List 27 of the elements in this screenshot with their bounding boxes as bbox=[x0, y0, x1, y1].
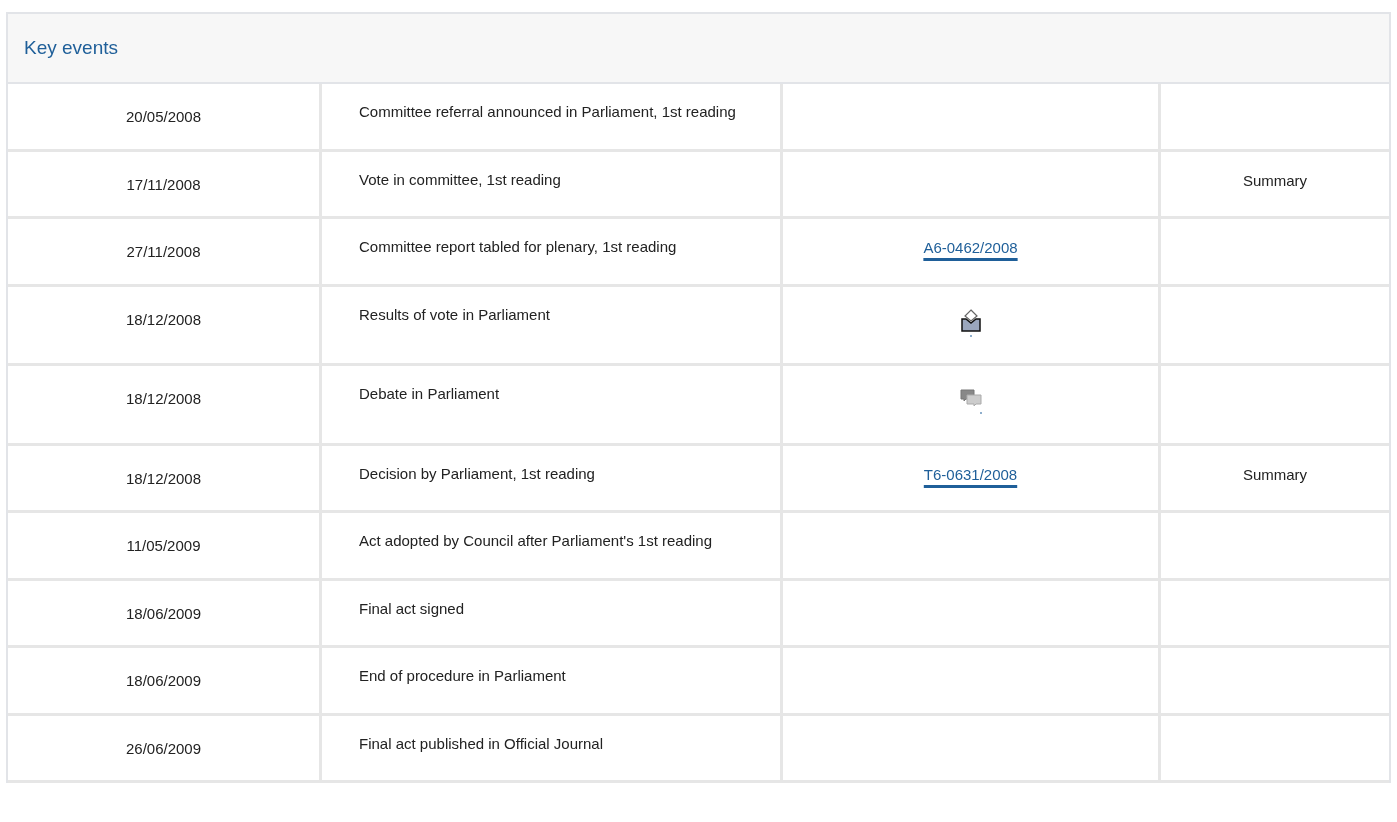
speech-bubbles-icon[interactable] bbox=[959, 388, 982, 416]
ballot-box-icon[interactable] bbox=[959, 308, 982, 337]
panel-title: Key events bbox=[24, 35, 118, 60]
event-description: End of procedure in Parliament bbox=[359, 667, 566, 684]
event-description: Debate in Parliament bbox=[359, 385, 500, 402]
event-date: 20/05/2008 bbox=[125, 108, 202, 125]
event-date: 11/05/2009 bbox=[126, 537, 201, 554]
event-description: Act adopted by Council after Parliament's 1st reading bbox=[359, 532, 713, 549]
event-description: Committee report tabled for plenary, 1st reading bbox=[359, 238, 677, 255]
document-link[interactable]: T6-0631/2008 bbox=[923, 465, 1018, 483]
event-date: 18/06/2009 bbox=[125, 604, 202, 622]
summary-text: Summary bbox=[1242, 465, 1308, 483]
event-date: 26/06/2009 bbox=[125, 739, 202, 757]
event-date: 27/11/2008 bbox=[126, 243, 201, 260]
event-description: Final act signed bbox=[359, 599, 465, 617]
event-description: Committee referral announced in Parliament, 1st reading bbox=[359, 103, 736, 120]
summary-text: Summary bbox=[1242, 171, 1308, 189]
event-date: 18/12/2008 bbox=[125, 310, 202, 328]
document-link[interactable]: A6-0462/2008 bbox=[923, 239, 1018, 256]
event-description: Final act published in Official Journal bbox=[359, 734, 604, 752]
event-date: 18/12/2008 bbox=[125, 390, 202, 407]
event-description: Vote in committee, 1st reading bbox=[359, 170, 561, 188]
event-date: 18/12/2008 bbox=[125, 469, 202, 487]
event-description: Decision by Parliament, 1st reading bbox=[359, 464, 595, 482]
event-date: 18/06/2009 bbox=[125, 672, 202, 689]
event-description: Results of vote in Parliament bbox=[359, 305, 550, 323]
event-date: 17/11/2008 bbox=[126, 175, 201, 193]
